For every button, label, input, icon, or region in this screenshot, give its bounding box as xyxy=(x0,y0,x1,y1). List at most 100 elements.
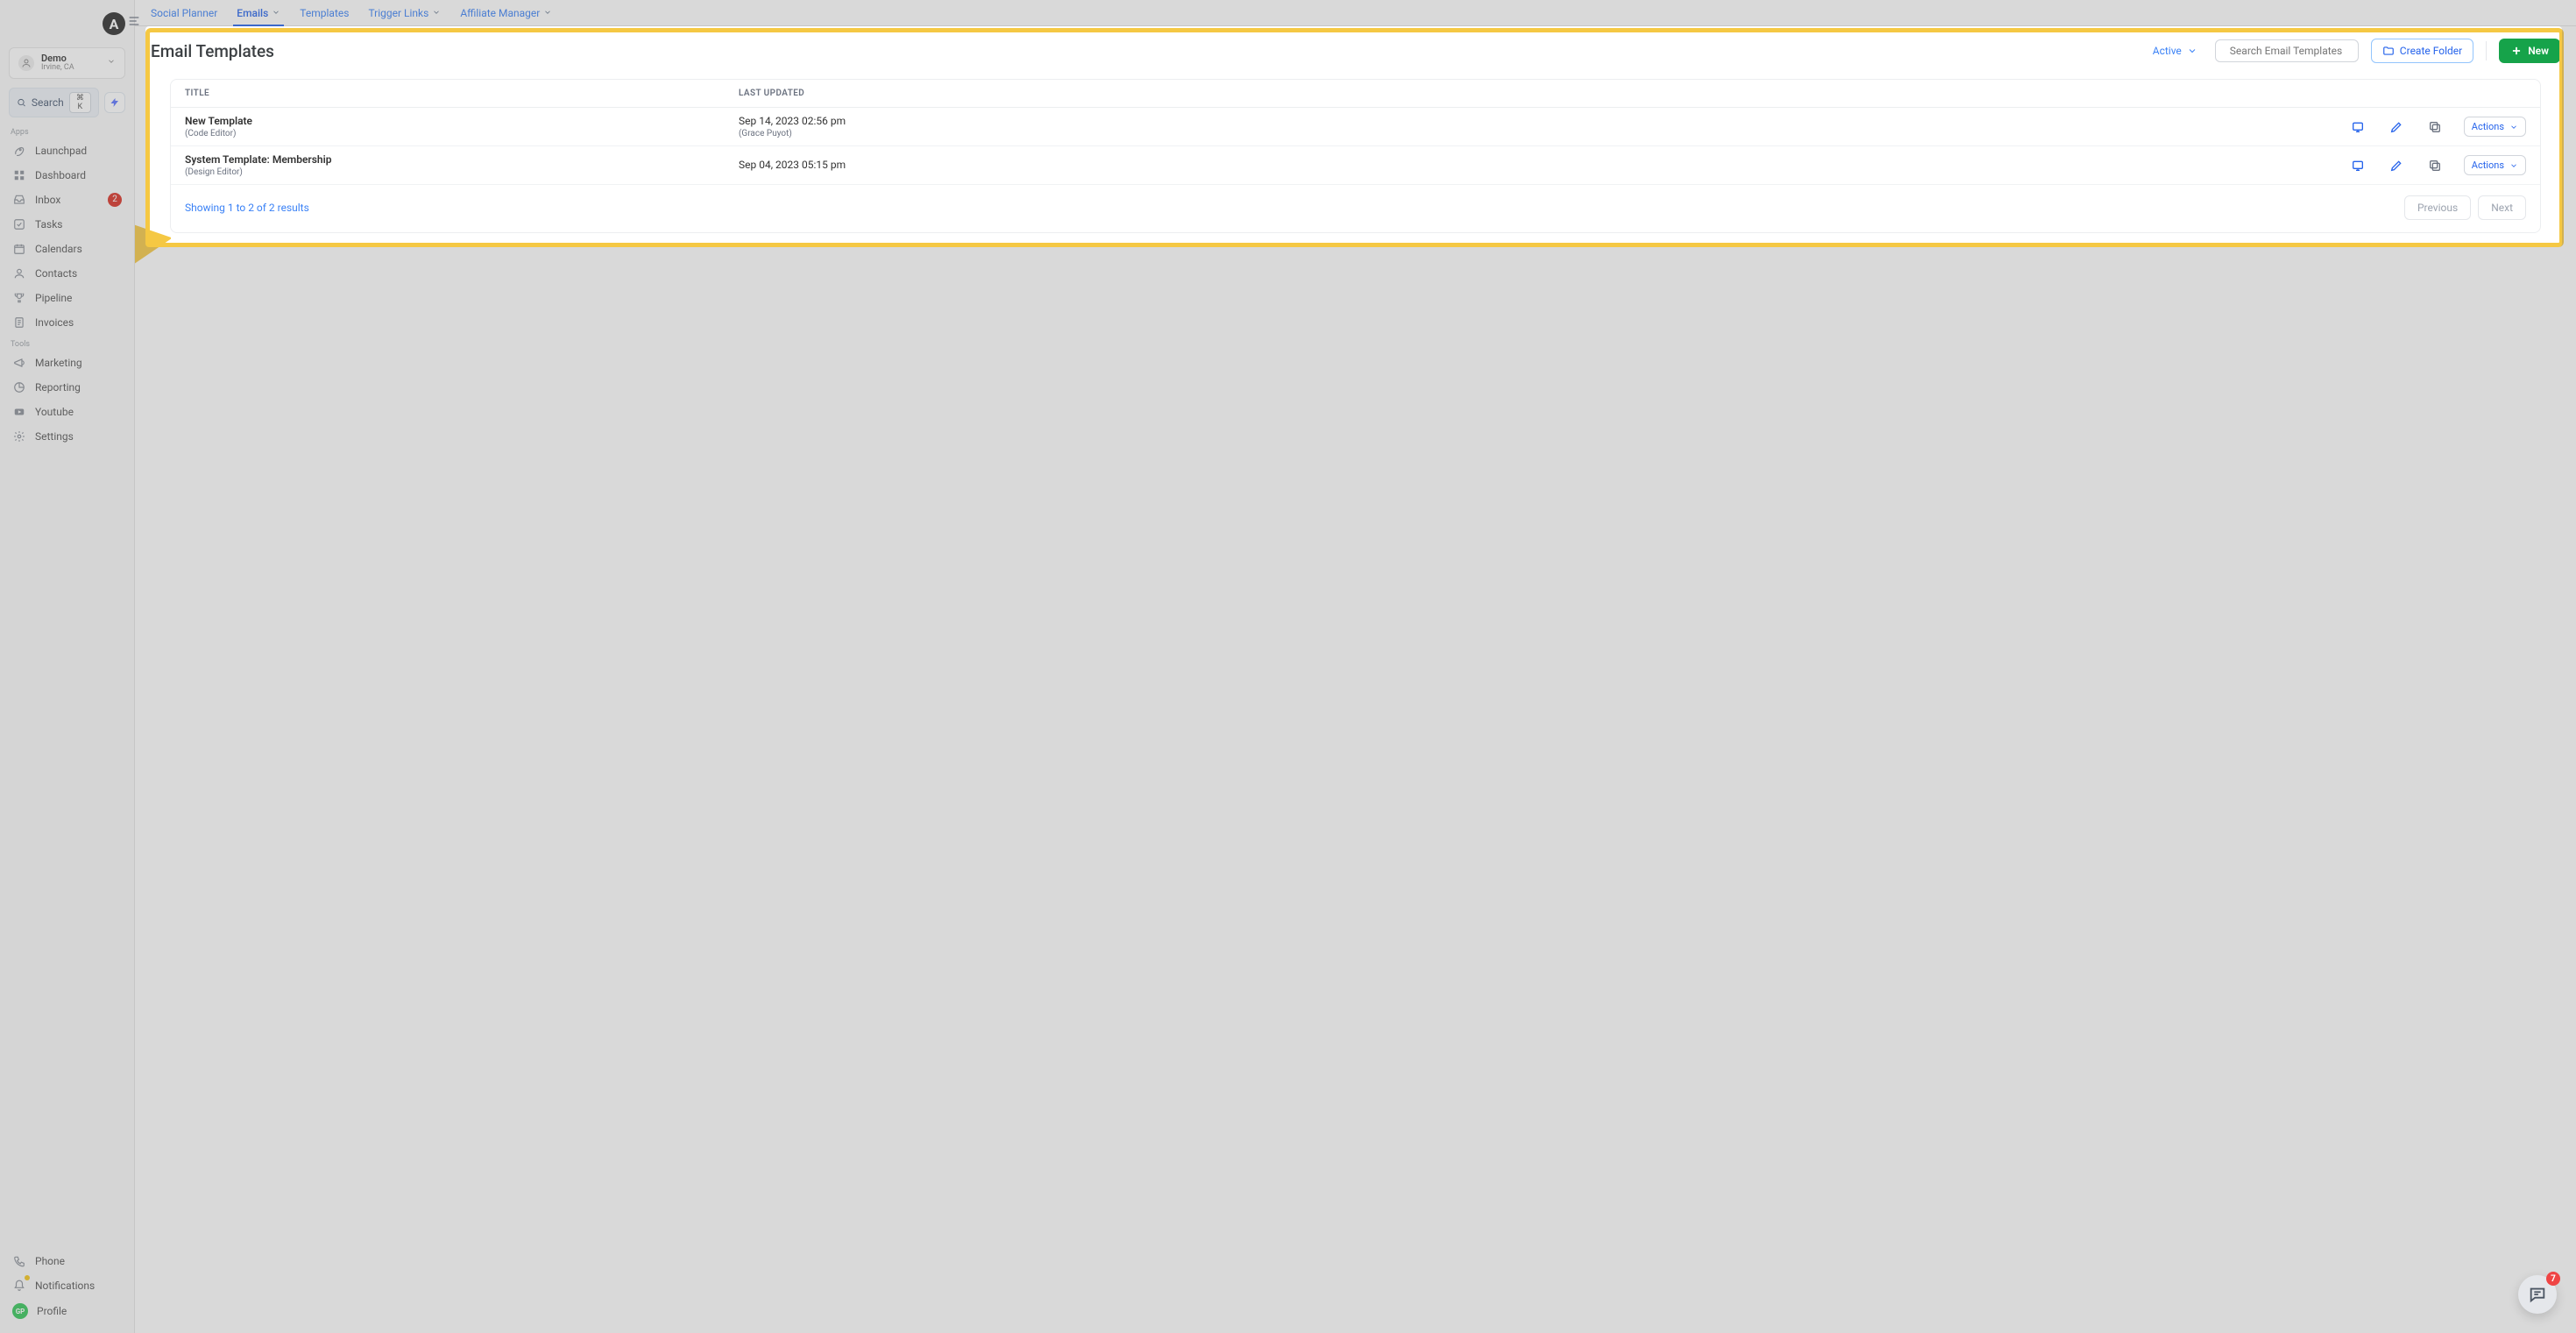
sidebar-item-invoices[interactable]: Invoices xyxy=(4,310,131,335)
sidebar-item-label: Reporting xyxy=(35,381,81,394)
tab-templates[interactable]: Templates xyxy=(296,2,352,26)
page-header: Email Templates Active Create Folder xyxy=(151,39,2560,63)
tab-emails[interactable]: Emails xyxy=(233,2,284,26)
tab-affiliate-manager[interactable]: Affiliate Manager xyxy=(456,2,556,26)
table-row[interactable]: System Template: Membership (Design Edit… xyxy=(171,146,2540,185)
main: Social Planner Emails Templates Trigger … xyxy=(135,0,2576,1333)
search-icon xyxy=(17,97,26,108)
sidebar-item-profile[interactable]: GP Profile xyxy=(4,1298,131,1324)
profile-avatar: GP xyxy=(12,1303,28,1319)
tab-social-planner[interactable]: Social Planner xyxy=(147,2,221,26)
inbox-badge: 2 xyxy=(108,193,122,207)
actions-dropdown[interactable]: Actions xyxy=(2464,155,2526,175)
divider xyxy=(2486,41,2487,60)
filter-active-dropdown[interactable]: Active xyxy=(2148,41,2203,60)
tab-label: Templates xyxy=(300,7,349,19)
pencil-icon xyxy=(2389,159,2403,173)
search-templates-input[interactable] xyxy=(2230,45,2367,57)
quick-action-button[interactable] xyxy=(104,92,125,113)
actions-label: Actions xyxy=(2472,121,2504,132)
preview-button[interactable] xyxy=(2348,117,2367,137)
button-label: Create Folder xyxy=(2400,45,2462,57)
org-location: Irvine, CA xyxy=(41,64,100,73)
row-updated: Sep 14, 2023 02:56 pm xyxy=(739,115,2348,127)
edit-button[interactable] xyxy=(2387,156,2406,175)
bell-icon xyxy=(12,1279,26,1293)
actions-dropdown[interactable]: Actions xyxy=(2464,117,2526,137)
sidebar-item-reporting[interactable]: Reporting xyxy=(4,375,131,400)
search-templates-input-wrap[interactable] xyxy=(2215,39,2359,62)
org-switcher[interactable]: Demo Irvine, CA xyxy=(9,47,125,79)
page-title: Email Templates xyxy=(151,41,274,61)
sidebar-item-label: Notifications xyxy=(35,1280,95,1292)
nav-tools: Marketing Reporting Youtube Settings xyxy=(0,351,134,449)
youtube-icon xyxy=(12,405,26,419)
sidebar-item-inbox[interactable]: Inbox 2 xyxy=(4,188,131,212)
sidebar-item-notifications[interactable]: Notifications xyxy=(4,1273,131,1298)
global-search-button[interactable]: Search ⌘ K xyxy=(9,88,99,117)
sidebar-item-tasks[interactable]: Tasks xyxy=(4,212,131,237)
sidebar-item-label: Contacts xyxy=(35,267,77,280)
chevron-down-icon xyxy=(432,7,441,19)
sidebar-item-dashboard[interactable]: Dashboard xyxy=(4,163,131,188)
sidebar-item-label: Tasks xyxy=(35,218,63,230)
preview-icon xyxy=(2351,120,2365,134)
actions-label: Actions xyxy=(2472,160,2504,171)
results-count: Showing 1 to 2 of 2 results xyxy=(185,202,309,214)
notification-dot-icon xyxy=(25,1275,30,1280)
col-updated: LAST UPDATED xyxy=(739,89,2526,98)
prev-page-button[interactable]: Previous xyxy=(2404,195,2471,220)
org-avatar-icon xyxy=(18,55,34,71)
new-button[interactable]: New xyxy=(2499,39,2560,63)
create-folder-button[interactable]: Create Folder xyxy=(2371,39,2473,63)
tab-label: Emails xyxy=(237,7,268,19)
sidebar-item-phone[interactable]: Phone xyxy=(4,1249,131,1273)
row-subtitle: (Code Editor) xyxy=(185,129,739,138)
sidebar-item-label: Dashboard xyxy=(35,169,86,181)
preview-button[interactable] xyxy=(2348,156,2367,175)
tab-trigger-links[interactable]: Trigger Links xyxy=(364,2,444,26)
sidebar-item-contacts[interactable]: Contacts xyxy=(4,261,131,286)
chevron-down-icon xyxy=(272,7,280,19)
chat-widget[interactable]: 7 xyxy=(2518,1275,2557,1314)
sidebar-item-label: Profile xyxy=(37,1305,67,1317)
chart-icon xyxy=(12,380,26,394)
row-title: System Template: Membership xyxy=(185,153,739,166)
edit-button[interactable] xyxy=(2387,117,2406,137)
sidebar-item-calendars[interactable]: Calendars xyxy=(4,237,131,261)
gear-icon xyxy=(12,429,26,443)
copy-button[interactable] xyxy=(2425,156,2445,175)
sidebar-item-youtube[interactable]: Youtube xyxy=(4,400,131,424)
filter-label: Active xyxy=(2153,45,2182,57)
sidebar-item-label: Invoices xyxy=(35,316,74,329)
table-footer: Showing 1 to 2 of 2 results Previous Nex… xyxy=(171,185,2540,232)
sidebar-item-launchpad[interactable]: Launchpad xyxy=(4,138,131,163)
preview-icon xyxy=(2351,159,2365,173)
rocket-icon xyxy=(12,144,26,158)
pencil-icon xyxy=(2389,120,2403,134)
tab-label: Trigger Links xyxy=(368,7,428,19)
nav-bottom: Phone Notifications GP Profile xyxy=(0,1249,134,1333)
user-icon xyxy=(12,266,26,280)
trophy-icon xyxy=(12,291,26,305)
grid-icon xyxy=(12,168,26,182)
button-label: Next xyxy=(2491,202,2513,214)
row-title: New Template xyxy=(185,115,739,127)
chat-badge: 7 xyxy=(2546,1272,2560,1286)
folder-icon xyxy=(2382,45,2395,57)
search-label: Search xyxy=(32,96,64,109)
section-label-tools: Tools xyxy=(0,335,134,351)
sidebar-item-pipeline[interactable]: Pipeline xyxy=(4,286,131,310)
sidebar-item-label: Marketing xyxy=(35,357,82,369)
phone-icon xyxy=(12,1254,26,1268)
next-page-button[interactable]: Next xyxy=(2478,195,2526,220)
chevron-down-icon xyxy=(2509,123,2518,131)
copy-button[interactable] xyxy=(2425,117,2445,137)
table-row[interactable]: New Template (Code Editor) Sep 14, 2023 … xyxy=(171,108,2540,146)
check-icon xyxy=(12,217,26,231)
row-subtitle: (Design Editor) xyxy=(185,167,739,177)
sidebar-item-settings[interactable]: Settings xyxy=(4,424,131,449)
section-label-apps: Apps xyxy=(0,123,134,138)
sidebar-item-label: Calendars xyxy=(35,243,82,255)
sidebar-item-marketing[interactable]: Marketing xyxy=(4,351,131,375)
